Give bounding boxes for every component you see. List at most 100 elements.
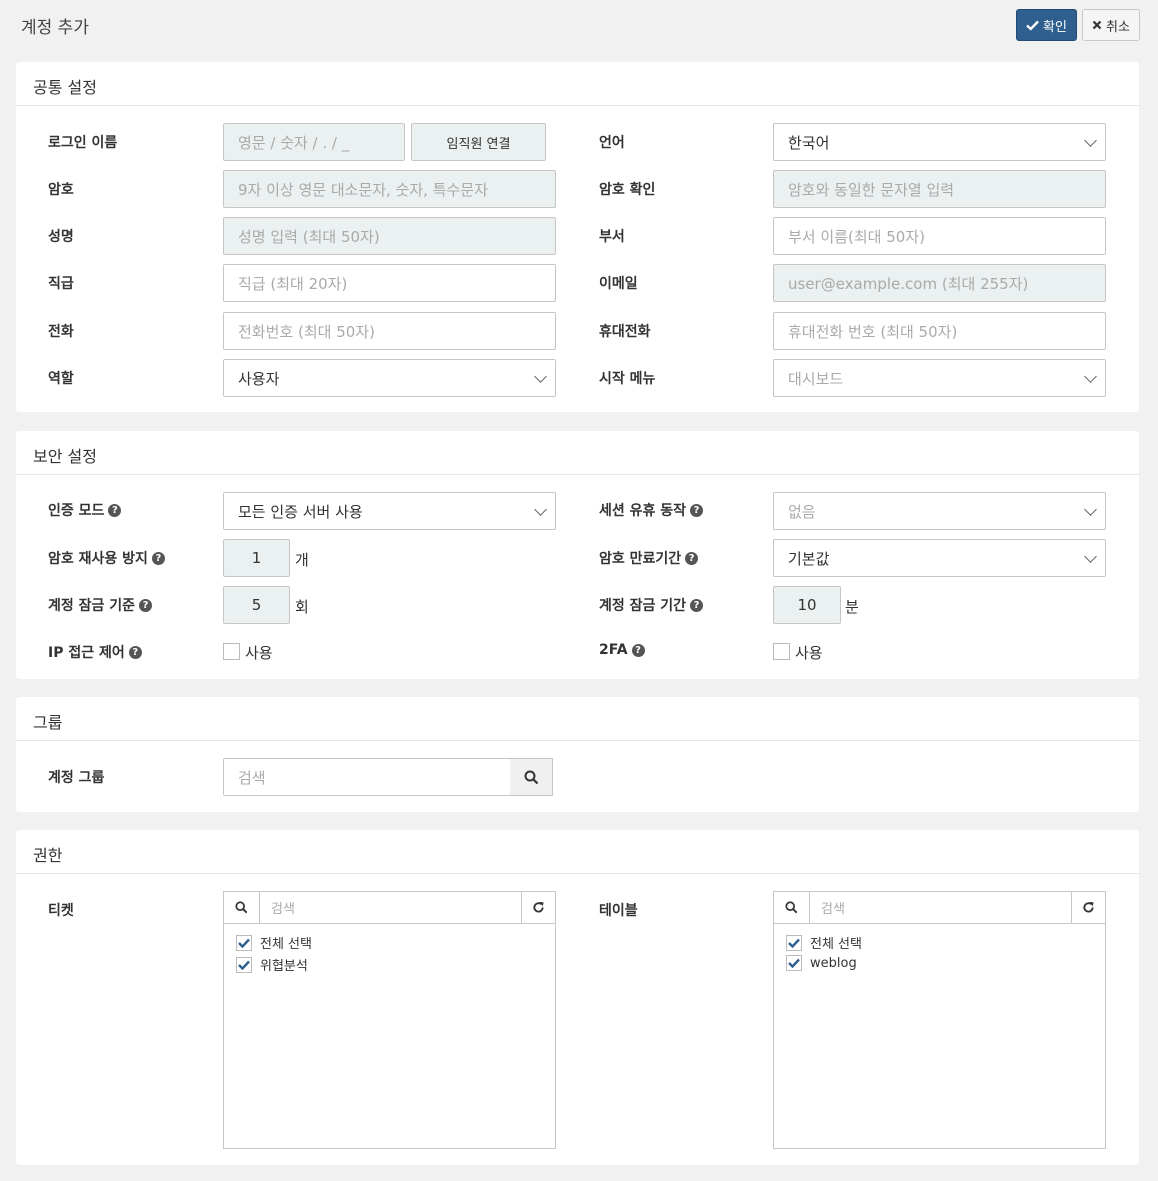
table-list-box: 검색 전체 선택 weblog bbox=[773, 891, 1106, 1149]
twofa-label-text: 2FA bbox=[599, 642, 628, 658]
help-icon[interactable]: ? bbox=[690, 598, 704, 612]
password-reuse-label: 암호 재사용 방지? bbox=[48, 548, 165, 568]
list-item[interactable]: 위협분석 bbox=[236, 955, 308, 974]
lockout-threshold-label: 계정 잠금 기준? bbox=[48, 595, 153, 615]
checkbox-checked[interactable] bbox=[786, 955, 802, 971]
password-reuse-unit: 개 bbox=[295, 551, 309, 569]
permission-panel: 권한 티켓 검색 전체 선택 위협분석 테이블 검색 전체 선택 weblog bbox=[16, 830, 1139, 1165]
language-select[interactable]: 한국어 bbox=[773, 123, 1106, 161]
auth-mode-label-text: 인증 모드 bbox=[48, 503, 105, 519]
list-item[interactable]: 전체 선택 bbox=[236, 933, 312, 952]
lockout-threshold-input[interactable]: 5 bbox=[223, 586, 290, 624]
role-value: 사용자 bbox=[238, 369, 280, 388]
auth-mode-value: 모든 인증 서버 사용 bbox=[238, 502, 363, 521]
table-search-bar: 검색 bbox=[774, 892, 1105, 924]
department-input[interactable]: 부서 이름(최대 50자) bbox=[773, 217, 1106, 255]
password-input[interactable]: 9자 이상 영문 대소문자, 숫자, 특수문자 bbox=[223, 170, 556, 208]
group-panel: 그룹 계정 그룹 검색 bbox=[16, 697, 1139, 812]
job-title-input[interactable]: 직급 (최대 20자) bbox=[223, 264, 556, 302]
security-settings-title: 보안 설정 bbox=[16, 431, 1139, 475]
help-icon[interactable]: ? bbox=[151, 551, 165, 565]
ticket-label: 티켓 bbox=[48, 903, 74, 919]
email-label: 이메일 bbox=[599, 276, 638, 292]
auth-mode-select[interactable]: 모든 인증 서버 사용 bbox=[223, 492, 556, 530]
role-select[interactable]: 사용자 bbox=[223, 359, 556, 397]
help-icon[interactable]: ? bbox=[108, 503, 122, 517]
ip-access-checkbox-label: 사용 bbox=[245, 644, 273, 662]
confirm-button[interactable]: 확인 bbox=[1016, 9, 1077, 41]
password-reuse-input[interactable]: 1 bbox=[223, 539, 290, 577]
password-confirm-input[interactable]: 암호와 동일한 문자열 입력 bbox=[773, 170, 1106, 208]
login-name-input[interactable]: 영문 / 숫자 / . / _ bbox=[223, 123, 405, 161]
mobile-input[interactable]: 휴대전화 번호 (최대 50자) bbox=[773, 312, 1106, 350]
lockout-duration-input[interactable]: 10 bbox=[773, 586, 841, 624]
employee-link-button[interactable]: 임직원 연결 bbox=[411, 123, 546, 161]
refresh-icon[interactable] bbox=[521, 892, 555, 923]
list-item-label: 전체 선택 bbox=[260, 937, 312, 952]
help-icon[interactable]: ? bbox=[139, 598, 153, 612]
refresh-icon[interactable] bbox=[1071, 892, 1105, 923]
list-item-label: 위협분석 bbox=[260, 959, 308, 974]
start-menu-label: 시작 메뉴 bbox=[599, 371, 656, 387]
auth-mode-label: 인증 모드? bbox=[48, 500, 122, 520]
password-reuse-label-text: 암호 재사용 방지 bbox=[48, 551, 148, 567]
search-icon bbox=[524, 770, 538, 784]
confirm-label: 확인 bbox=[1043, 19, 1067, 35]
full-name-label: 성명 bbox=[48, 229, 74, 245]
password-expire-select[interactable]: 기본값 bbox=[773, 539, 1106, 577]
ticket-search-bar: 검색 bbox=[224, 892, 555, 924]
list-item-label: weblog bbox=[810, 955, 857, 971]
list-item[interactable]: 전체 선택 bbox=[786, 933, 862, 952]
ticket-search-input[interactable]: 검색 bbox=[260, 892, 521, 923]
lockout-duration-unit: 분 bbox=[845, 598, 859, 616]
phone-input[interactable]: 전화번호 (최대 50자) bbox=[223, 312, 556, 350]
help-icon[interactable]: ? bbox=[690, 503, 704, 517]
list-item-label: 전체 선택 bbox=[810, 937, 862, 952]
check-icon bbox=[238, 960, 250, 970]
chevron-down-icon bbox=[534, 370, 547, 383]
cancel-button[interactable]: 취소 bbox=[1082, 9, 1140, 41]
chevron-down-icon bbox=[1084, 134, 1097, 147]
checkbox-checked[interactable] bbox=[236, 934, 252, 951]
help-icon[interactable]: ? bbox=[128, 645, 142, 659]
phone-label: 전화 bbox=[48, 324, 74, 340]
session-idle-select[interactable]: 없음 bbox=[773, 492, 1106, 530]
start-menu-value: 대시보드 bbox=[788, 369, 844, 388]
check-icon bbox=[788, 938, 800, 948]
start-menu-select[interactable]: 대시보드 bbox=[773, 359, 1106, 397]
list-item[interactable]: weblog bbox=[786, 955, 857, 971]
email-input[interactable]: user@example.com (최대 255자) bbox=[773, 264, 1106, 302]
department-label: 부서 bbox=[599, 229, 625, 245]
mobile-label: 휴대전화 bbox=[599, 324, 651, 340]
ip-access-checkbox[interactable] bbox=[223, 643, 240, 660]
twofa-checkbox-label: 사용 bbox=[795, 644, 823, 662]
password-expire-value: 기본값 bbox=[788, 549, 830, 568]
security-settings-panel: 보안 설정 인증 모드? 모든 인증 서버 사용 세션 유휴 동작? 없음 암호… bbox=[16, 431, 1139, 679]
ticket-list-box: 검색 전체 선택 위협분석 bbox=[223, 891, 556, 1149]
job-title-label: 직급 bbox=[48, 276, 74, 292]
search-icon bbox=[224, 892, 260, 923]
lockout-threshold-unit: 회 bbox=[295, 598, 309, 616]
help-icon[interactable]: ? bbox=[685, 551, 699, 565]
twofa-label: 2FA? bbox=[599, 642, 645, 658]
close-icon bbox=[1092, 20, 1102, 30]
group-search-button[interactable] bbox=[510, 758, 553, 796]
full-name-input[interactable]: 성명 입력 (최대 50자) bbox=[223, 217, 556, 255]
page-title: 계정 추가 bbox=[21, 18, 89, 38]
session-idle-label: 세션 유휴 동작? bbox=[599, 500, 704, 520]
checkbox-checked[interactable] bbox=[786, 934, 802, 951]
help-icon[interactable]: ? bbox=[631, 643, 645, 657]
check-icon bbox=[1026, 20, 1039, 31]
group-title: 그룹 bbox=[16, 697, 1139, 741]
password-confirm-label: 암호 확인 bbox=[599, 182, 656, 198]
checkbox-checked[interactable] bbox=[236, 956, 252, 973]
password-expire-label-text: 암호 만료기간 bbox=[599, 551, 682, 567]
check-icon bbox=[788, 958, 800, 968]
account-group-search-input[interactable]: 검색 bbox=[223, 758, 511, 796]
twofa-checkbox[interactable] bbox=[773, 643, 790, 660]
cancel-label: 취소 bbox=[1106, 19, 1130, 35]
table-search-input[interactable]: 검색 bbox=[810, 892, 1071, 923]
common-settings-title: 공통 설정 bbox=[16, 62, 1139, 106]
search-icon bbox=[774, 892, 810, 923]
permission-title: 권한 bbox=[16, 830, 1139, 874]
